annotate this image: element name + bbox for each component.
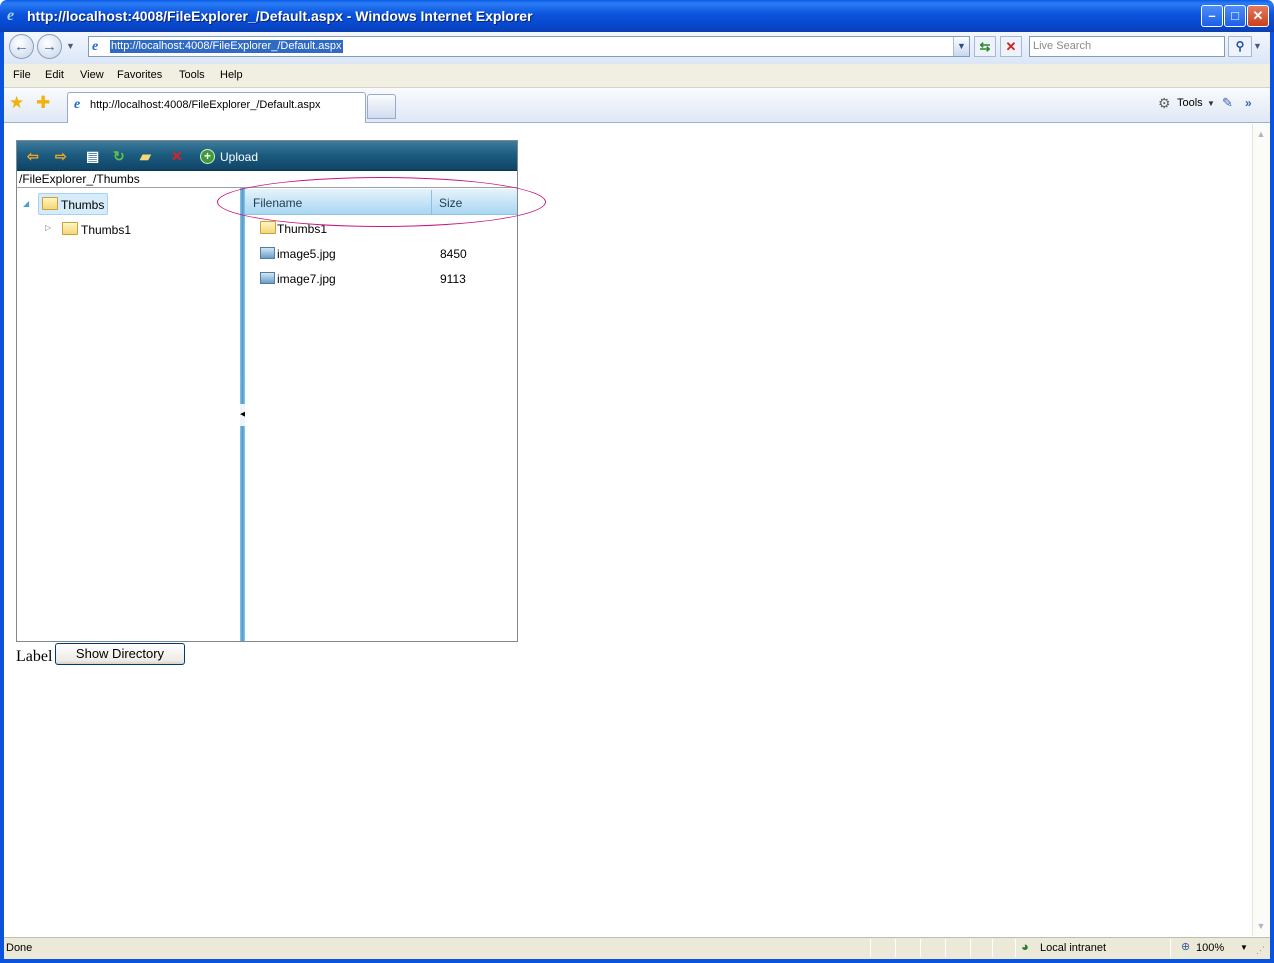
search-input[interactable]: Live Search	[1029, 36, 1225, 57]
address-url[interactable]: http://localhost:4008/FileExplorer_/Defa…	[110, 40, 343, 53]
menu-favorites[interactable]: Favorites	[117, 69, 162, 81]
add-favorite-icon[interactable]: ✚	[36, 94, 50, 111]
zoom-dropdown-icon[interactable]: ▼	[1240, 943, 1248, 952]
forward-arrow-icon: →	[42, 38, 57, 55]
menu-tools[interactable]: Tools	[179, 69, 205, 81]
new-folder-icon[interactable]: ▰	[140, 148, 151, 164]
minimize-button[interactable]: –	[1201, 5, 1223, 27]
forward-button[interactable]: →	[37, 34, 62, 59]
menu-view[interactable]: View	[80, 69, 104, 81]
ie-logo-icon: e	[7, 7, 15, 24]
window-frame-right	[1270, 32, 1274, 963]
tab-page-icon: e	[74, 97, 81, 112]
research-icon[interactable]: ✎	[1222, 96, 1233, 110]
globe-icon: ◕	[1021, 939, 1029, 954]
magnifier-icon: ⚲	[1235, 39, 1245, 53]
status-separator	[992, 939, 993, 957]
folder-icon	[62, 222, 78, 235]
refresh-icon[interactable]: ↻	[113, 148, 125, 164]
status-separator	[920, 939, 921, 957]
vertical-scrollbar[interactable]	[1252, 124, 1270, 936]
back-button[interactable]: ←	[9, 34, 34, 59]
zoom-level[interactable]: 100%	[1196, 942, 1224, 954]
scroll-up-arrow-icon[interactable]: ▲	[1253, 126, 1269, 142]
annotation-ellipse	[217, 177, 546, 227]
back-arrow-icon: ←	[14, 38, 29, 55]
recent-pages-dropdown[interactable]: ▼	[66, 41, 75, 51]
page-icon: e	[92, 39, 99, 54]
open-file-icon[interactable]: ▤	[86, 148, 99, 164]
status-separator	[970, 939, 971, 957]
refresh-icon: ⇆	[979, 39, 991, 54]
status-separator	[895, 939, 896, 957]
tools-button[interactable]: Tools	[1177, 97, 1203, 109]
new-tab-button[interactable]	[367, 94, 396, 119]
grid-row-filename[interactable]: image5.jpg	[277, 247, 336, 261]
grid-row-size: 9113	[440, 272, 466, 286]
status-separator	[870, 939, 871, 957]
tree-expand-icon[interactable]: ▷	[45, 223, 51, 232]
toolbar-expand-icon[interactable]: »	[1245, 96, 1252, 110]
resize-grip-icon[interactable]: ⋰	[1256, 945, 1265, 956]
maximize-button[interactable]: □	[1224, 5, 1246, 27]
upload-icon[interactable]: +	[200, 149, 215, 164]
zoom-icon[interactable]: ⊕	[1181, 940, 1190, 954]
forward-icon[interactable]: ⇨	[55, 148, 67, 164]
tree-node-label[interactable]: Thumbs	[61, 198, 104, 212]
scroll-down-arrow-icon[interactable]: ▼	[1253, 918, 1269, 934]
folder-icon	[42, 197, 58, 210]
grid-row-size: 8450	[440, 247, 467, 261]
show-directory-button[interactable]: Show Directory	[55, 643, 185, 665]
tree-node-label[interactable]: Thumbs1	[81, 223, 131, 237]
stop-button[interactable]: ✕	[1000, 36, 1022, 57]
tools-dropdown-icon[interactable]: ▼	[1207, 99, 1215, 108]
status-separator	[945, 939, 946, 957]
grid-row-filename[interactable]: image7.jpg	[277, 272, 336, 286]
menu-edit[interactable]: Edit	[45, 69, 64, 81]
search-options-dropdown[interactable]: ▼	[1253, 41, 1262, 51]
refresh-button[interactable]: ⇆	[974, 36, 996, 57]
window-title: http://localhost:4008/FileExplorer_/Defa…	[27, 8, 533, 24]
stop-icon: ✕	[1005, 39, 1017, 54]
tab-label[interactable]: http://localhost:4008/FileExplorer_/Defa…	[90, 99, 321, 111]
search-button[interactable]: ⚲	[1228, 36, 1252, 57]
menu-help[interactable]: Help	[220, 69, 243, 81]
tree-collapse-icon[interactable]: ◢	[23, 199, 29, 208]
image-file-icon	[260, 272, 275, 284]
status-separator	[1015, 939, 1016, 957]
image-file-icon	[260, 247, 275, 259]
back-icon[interactable]: ⇦	[27, 148, 39, 164]
folder-icon	[260, 221, 276, 234]
menu-file[interactable]: File	[13, 69, 31, 81]
window-frame-bottom	[0, 959, 1274, 963]
delete-icon[interactable]: ✕	[171, 148, 183, 164]
close-button[interactable]: ✕	[1247, 5, 1269, 27]
security-zone[interactable]: Local intranet	[1040, 942, 1106, 954]
upload-button[interactable]: Upload	[220, 150, 258, 164]
favorites-star-icon[interactable]: ★	[9, 94, 24, 111]
status-text: Done	[6, 942, 33, 954]
status-separator	[1170, 939, 1171, 957]
page-label: Label	[16, 648, 53, 665]
gear-icon[interactable]: ⚙	[1158, 96, 1171, 110]
address-dropdown-button[interactable]: ▼	[953, 37, 969, 56]
folder-tree	[17, 188, 240, 641]
